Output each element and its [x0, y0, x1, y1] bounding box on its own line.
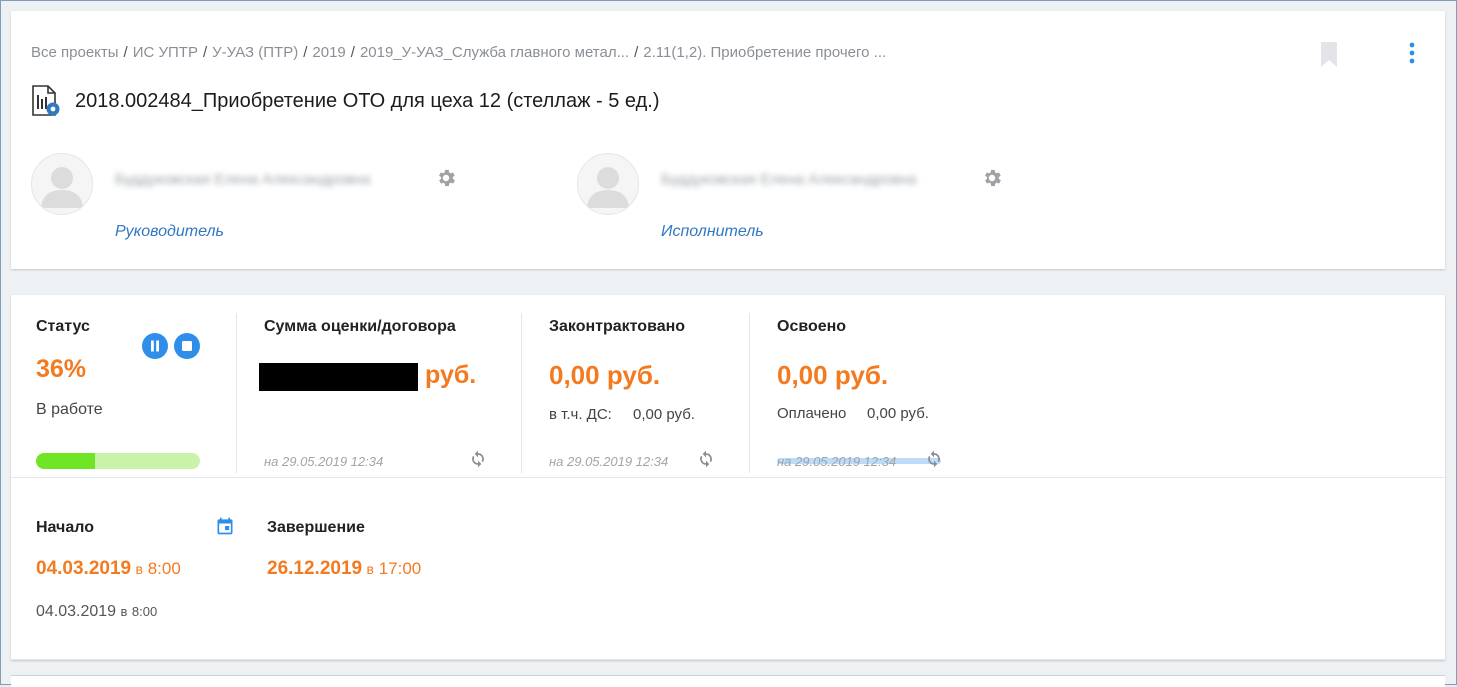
calendar-icon[interactable] [215, 516, 235, 536]
end-label: Завершение [267, 519, 365, 536]
breadcrumb-item-all-projects[interactable]: Все проекты [31, 44, 119, 61]
person-card-manager: Буддуковская Елена Александровна Руковод… [31, 153, 571, 253]
refresh-icon[interactable] [468, 449, 488, 469]
status-percent: 36% [36, 355, 87, 383]
stop-icon [182, 341, 192, 351]
title-row: 2018.002484_Приобретение ОТО для цеха 12… [31, 85, 660, 117]
person-name: Буддуковская Елена Александровна [661, 171, 917, 188]
start-time: 8:00 [147, 559, 181, 578]
bookmark-icon[interactable] [1319, 41, 1339, 69]
avatar [577, 153, 639, 215]
start-date-planned: 04.03.2019 в 8:00 [36, 558, 181, 580]
mastered-panel: Освоено 0,00 руб. Оплачено 0,00 руб. на … [749, 313, 990, 473]
status-progress-bar [36, 453, 200, 469]
app-frame: Все проекты / ИС УПТР / У-УАЗ (ПТР)/2019/201… [0, 0, 1457, 687]
breadcrumb-separator: / [123, 44, 128, 61]
status-state: В работе [36, 401, 103, 418]
end-time-prefix: в [366, 561, 374, 577]
start-actual-time: 8:00 [131, 604, 158, 619]
document-chart-icon [32, 85, 60, 116]
dates-panel: Начало 04.03.2019 в 8:00 04.03.2019 в 8:… [11, 478, 1445, 660]
contracted-panel: Законтрактовано 0,00 руб. в т.ч. ДС: 0,0… [521, 313, 749, 473]
breadcrumb-item-purchase[interactable]: 2.11(1,2). Приобретение прочего ... [643, 44, 886, 61]
breadcrumb: Все проекты / ИС УПТР / У-УАЗ (ПТР)/2019/201… [31, 44, 886, 61]
user-placeholder-icon [587, 167, 629, 208]
breadcrumb-separator: / [634, 44, 639, 61]
contracted-date: на 29.05.2019 12:34 [549, 454, 669, 469]
contracted-ds-value: 0,00 руб. [633, 406, 695, 423]
role-link-executor[interactable]: Исполнитель [661, 223, 764, 241]
paid-value: 0,00 руб. [867, 405, 929, 422]
estimate-date: на 29.05.2019 12:34 [264, 454, 384, 469]
refresh-icon[interactable] [696, 449, 716, 469]
start-label: Начало [36, 519, 94, 536]
status-label: Статус [36, 318, 90, 335]
page-title: 2018.002484_Приобретение ОТО для цеха 12… [75, 89, 660, 112]
section-divider [11, 659, 1445, 660]
pause-icon [151, 340, 159, 352]
gear-icon[interactable] [981, 167, 1003, 189]
mastered-value: 0,00 руб. [777, 360, 889, 390]
start-time-prefix: в [135, 561, 143, 577]
start-actual-date: 04.03.2019 [36, 603, 117, 620]
breadcrumb-separator: / [303, 44, 308, 61]
refresh-icon[interactable] [924, 449, 944, 469]
contracted-value: 0,00 руб. [549, 360, 661, 390]
project-header-card: Все проекты / ИС УПТР / У-УАЗ (ПТР)/2019/201… [11, 11, 1445, 269]
status-progress-fill [36, 453, 96, 469]
redacted-amount [259, 363, 418, 391]
breadcrumb-separator: / [350, 44, 355, 61]
person-name: Буддуковская Елена Александровна [115, 171, 371, 188]
stop-button[interactable] [174, 333, 200, 359]
contracted-ds-label: в т.ч. ДС: [549, 406, 612, 423]
contracted-label: Законтрактовано [549, 318, 686, 335]
end-time: 17:00 [378, 559, 422, 578]
more-vertical-icon[interactable] [1407, 41, 1417, 65]
paid-label: Оплачено [777, 405, 847, 422]
end-date: 26.12.2019 [267, 558, 363, 579]
avatar [31, 153, 93, 215]
estimate-label: Сумма оценки/договора [264, 318, 456, 335]
start-actual-prefix: в [120, 604, 128, 619]
mastered-date: на 29.05.2019 12:34 [777, 454, 897, 469]
mastered-label: Освоено [777, 318, 847, 335]
breadcrumb-item-year[interactable]: 2019 [312, 44, 345, 61]
start-date: 04.03.2019 [36, 558, 132, 579]
breadcrumb-separator: / [202, 44, 208, 61]
breadcrumb-item-u-uaz[interactable]: У-УАЗ (ПТР) [212, 44, 298, 61]
estimate-panel: Сумма оценки/договора руб. на 29.05.2019… [236, 313, 521, 473]
person-card-executor: Буддуковская Елена Александровна Исполни… [577, 153, 1117, 253]
next-card-edge [11, 675, 1445, 687]
user-placeholder-icon [41, 167, 83, 208]
start-date-actual: 04.03.2019 в 8:00 [36, 603, 157, 621]
status-panel: Статус 36% В работе [11, 313, 236, 473]
breadcrumb-item-service[interactable]: 2019_У-УАЗ_Служба главного метал... [360, 44, 629, 61]
end-date-planned: 26.12.2019 в 17:00 [267, 558, 421, 580]
project-metrics-card: Статус 36% В работе Сумма оценки/договор… [11, 295, 1445, 660]
breadcrumb-item-is-uptr[interactable]: ИС УПТР [133, 44, 198, 61]
role-link-manager[interactable]: Руководитель [115, 223, 224, 241]
estimate-currency: руб. [425, 361, 477, 389]
pause-button[interactable] [142, 333, 168, 359]
gear-icon[interactable] [435, 167, 457, 189]
